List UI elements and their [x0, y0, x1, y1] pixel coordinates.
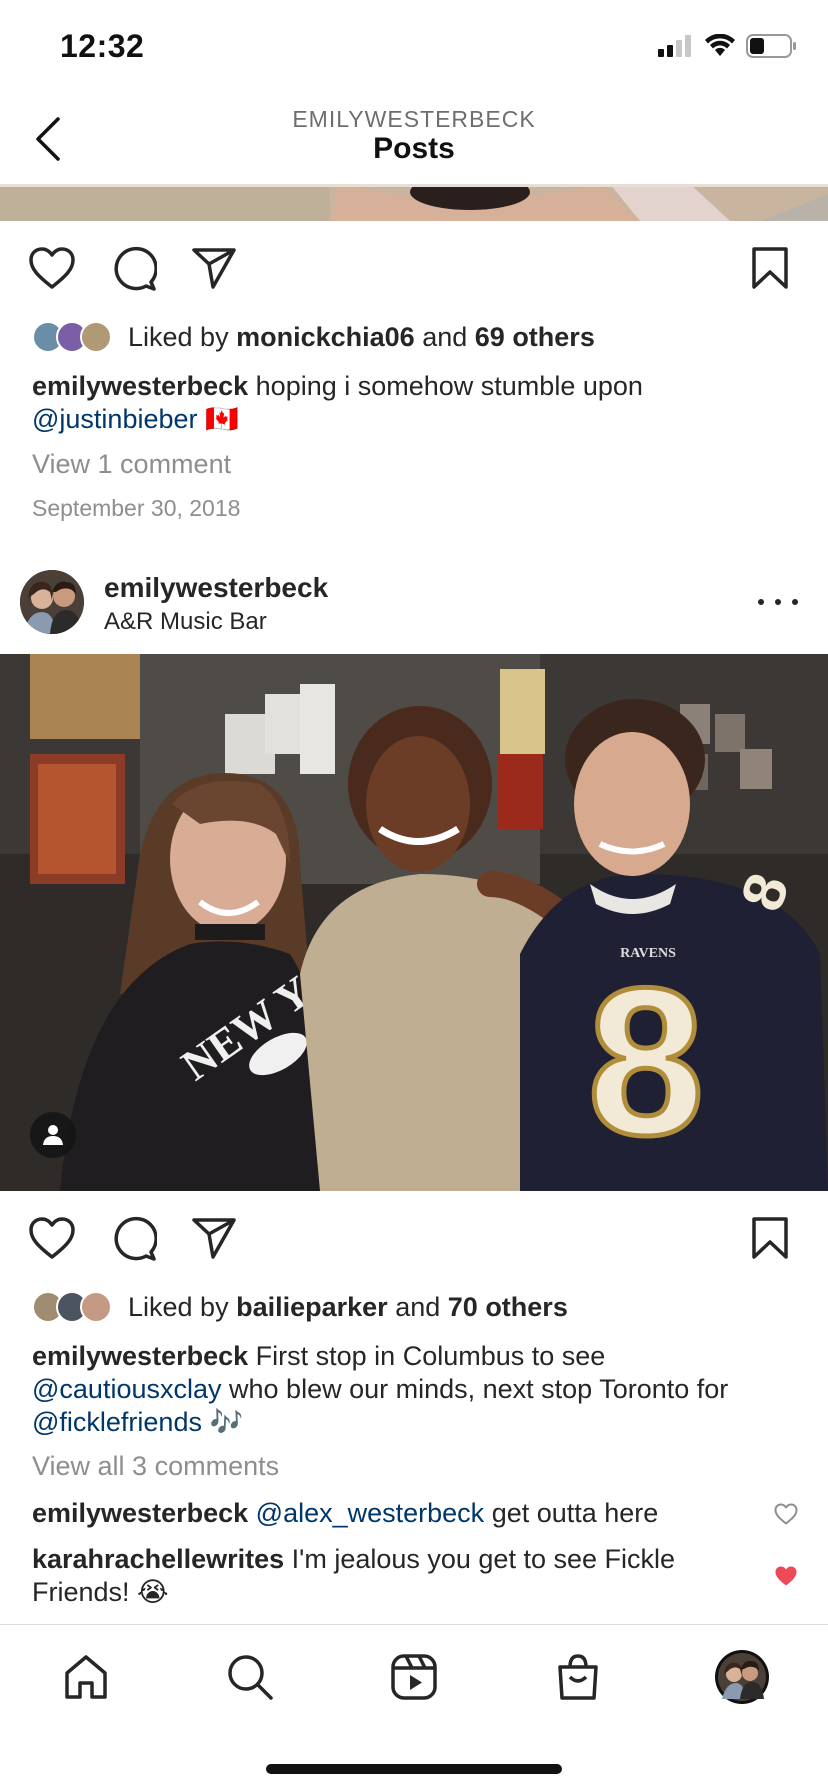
post-caption: emilywesterbeck First stop in Columbus t…	[32, 1340, 802, 1439]
like-button[interactable]	[26, 242, 78, 294]
tab-shop[interactable]	[550, 1649, 606, 1705]
likes-prefix: Liked by	[128, 1291, 229, 1322]
comment-mention[interactable]: @alex_westerbeck	[256, 1498, 485, 1528]
home-icon	[65, 1655, 107, 1699]
comment-row: karahrachellewrites I'm jealous you get …	[32, 1543, 752, 1609]
heart-icon	[29, 247, 75, 289]
comment-username[interactable]: karahrachellewrites	[32, 1544, 284, 1574]
tab-reels[interactable]	[386, 1649, 442, 1705]
user-tag-icon	[43, 1125, 63, 1145]
avatar-image	[20, 570, 84, 634]
reels-icon	[391, 1654, 437, 1700]
save-button[interactable]	[744, 1212, 796, 1264]
caption-username[interactable]: emilywesterbeck	[32, 1341, 248, 1371]
heart-icon	[29, 1217, 75, 1259]
status-icons	[658, 34, 798, 58]
previous-post-likes[interactable]: Liked by monickchia06 and 69 others	[32, 317, 595, 357]
caption-username[interactable]: emilywesterbeck	[32, 371, 248, 401]
bookmark-icon	[752, 1217, 788, 1259]
cellular-signal-icon	[658, 35, 691, 57]
likes-user[interactable]: monickchia06	[236, 322, 415, 353]
post-photo-image: NEW YORK RAVENS 8 8	[0, 654, 828, 1191]
view-comments-link[interactable]: View all 3 comments	[32, 1450, 802, 1483]
share-button[interactable]	[188, 1212, 240, 1264]
nav-header: EMILYWESTERBECK Posts	[0, 100, 828, 184]
comment-icon	[114, 246, 157, 291]
likes-count[interactable]: 70 others	[448, 1292, 568, 1323]
home-indicator	[266, 1764, 562, 1774]
post-header: emilywesterbeck A&R Music Bar	[0, 560, 828, 654]
tagged-people-button[interactable]	[30, 1112, 76, 1158]
more-horizontal-icon	[758, 599, 764, 605]
tab-home[interactable]	[58, 1649, 114, 1705]
status-time: 12:32	[60, 28, 145, 64]
caption-mention[interactable]: @cautiousxclay	[32, 1374, 222, 1404]
page-title: Posts	[373, 132, 455, 165]
caption-text: hoping i somehow stumble upon	[255, 371, 643, 401]
tab-search[interactable]	[222, 1649, 278, 1705]
comment-row: emilywesterbeck @alex_westerbeck get out…	[32, 1497, 752, 1530]
likes-user[interactable]: bailieparker	[236, 1292, 388, 1323]
profile-avatar	[715, 1650, 769, 1704]
previous-post-actions	[0, 232, 828, 302]
heart-filled-icon	[775, 1566, 797, 1586]
caption-emoji: 🎶	[209, 1407, 244, 1437]
wifi-icon	[705, 34, 735, 56]
search-icon	[228, 1655, 273, 1700]
likes-count[interactable]: 69 others	[475, 322, 595, 353]
more-options-button[interactable]	[758, 590, 798, 614]
view-comments-link[interactable]: View 1 comment	[32, 448, 802, 481]
caption-text: who blew our minds, next stop Toronto fo…	[229, 1374, 729, 1404]
svg-text:8: 8	[588, 944, 705, 1179]
previous-post-photo[interactable]	[0, 184, 828, 221]
caption-mention[interactable]: @justinbieber	[32, 404, 198, 434]
likes-prefix: Liked by	[128, 321, 229, 352]
status-bar: 12:32	[0, 0, 828, 100]
post-actions	[0, 1202, 828, 1272]
comment-icon	[114, 1216, 157, 1261]
bottom-tab-bar	[0, 1624, 828, 1734]
previous-photo-image	[0, 184, 828, 221]
caption-mention[interactable]: @ficklefriends	[32, 1407, 202, 1437]
send-icon	[192, 1218, 236, 1259]
like-button[interactable]	[26, 1212, 78, 1264]
caption-emoji: 🇨🇦	[205, 404, 239, 434]
tab-profile[interactable]	[714, 1649, 770, 1705]
nav-username: EMILYWESTERBECK	[292, 106, 536, 132]
bookmark-icon	[752, 247, 788, 289]
comment-button[interactable]	[108, 1212, 160, 1264]
post-photo[interactable]: NEW YORK RAVENS 8 8	[0, 654, 828, 1191]
avatar[interactable]	[20, 570, 84, 634]
send-icon	[192, 248, 236, 289]
likes-middle: and	[422, 321, 468, 352]
comment-username[interactable]: emilywesterbeck	[32, 1498, 248, 1528]
heart-outline-icon	[774, 1503, 798, 1525]
comment-like-button[interactable]	[772, 1500, 800, 1528]
battery-icon	[746, 34, 796, 58]
share-button[interactable]	[188, 242, 240, 294]
shopping-bag-icon	[558, 1654, 598, 1700]
likes-middle: and	[395, 1291, 441, 1322]
liker-avatars	[32, 321, 112, 353]
avatar	[80, 321, 112, 353]
post-username[interactable]: emilywesterbeck	[104, 572, 328, 604]
caption-text: First stop in Columbus to see	[255, 1341, 606, 1371]
comment-text: get outta here	[491, 1498, 659, 1528]
comment-button[interactable]	[108, 242, 160, 294]
avatar	[80, 1291, 112, 1323]
post-date: September 30, 2018	[32, 495, 241, 521]
liker-avatars	[32, 1291, 112, 1323]
save-button[interactable]	[744, 242, 796, 294]
previous-post-caption: emilywesterbeck hoping i somehow stumble…	[32, 370, 802, 436]
post-likes[interactable]: Liked by bailieparker and 70 others	[32, 1287, 568, 1327]
comment-like-button[interactable]	[772, 1562, 800, 1590]
post-location[interactable]: A&R Music Bar	[104, 608, 267, 636]
